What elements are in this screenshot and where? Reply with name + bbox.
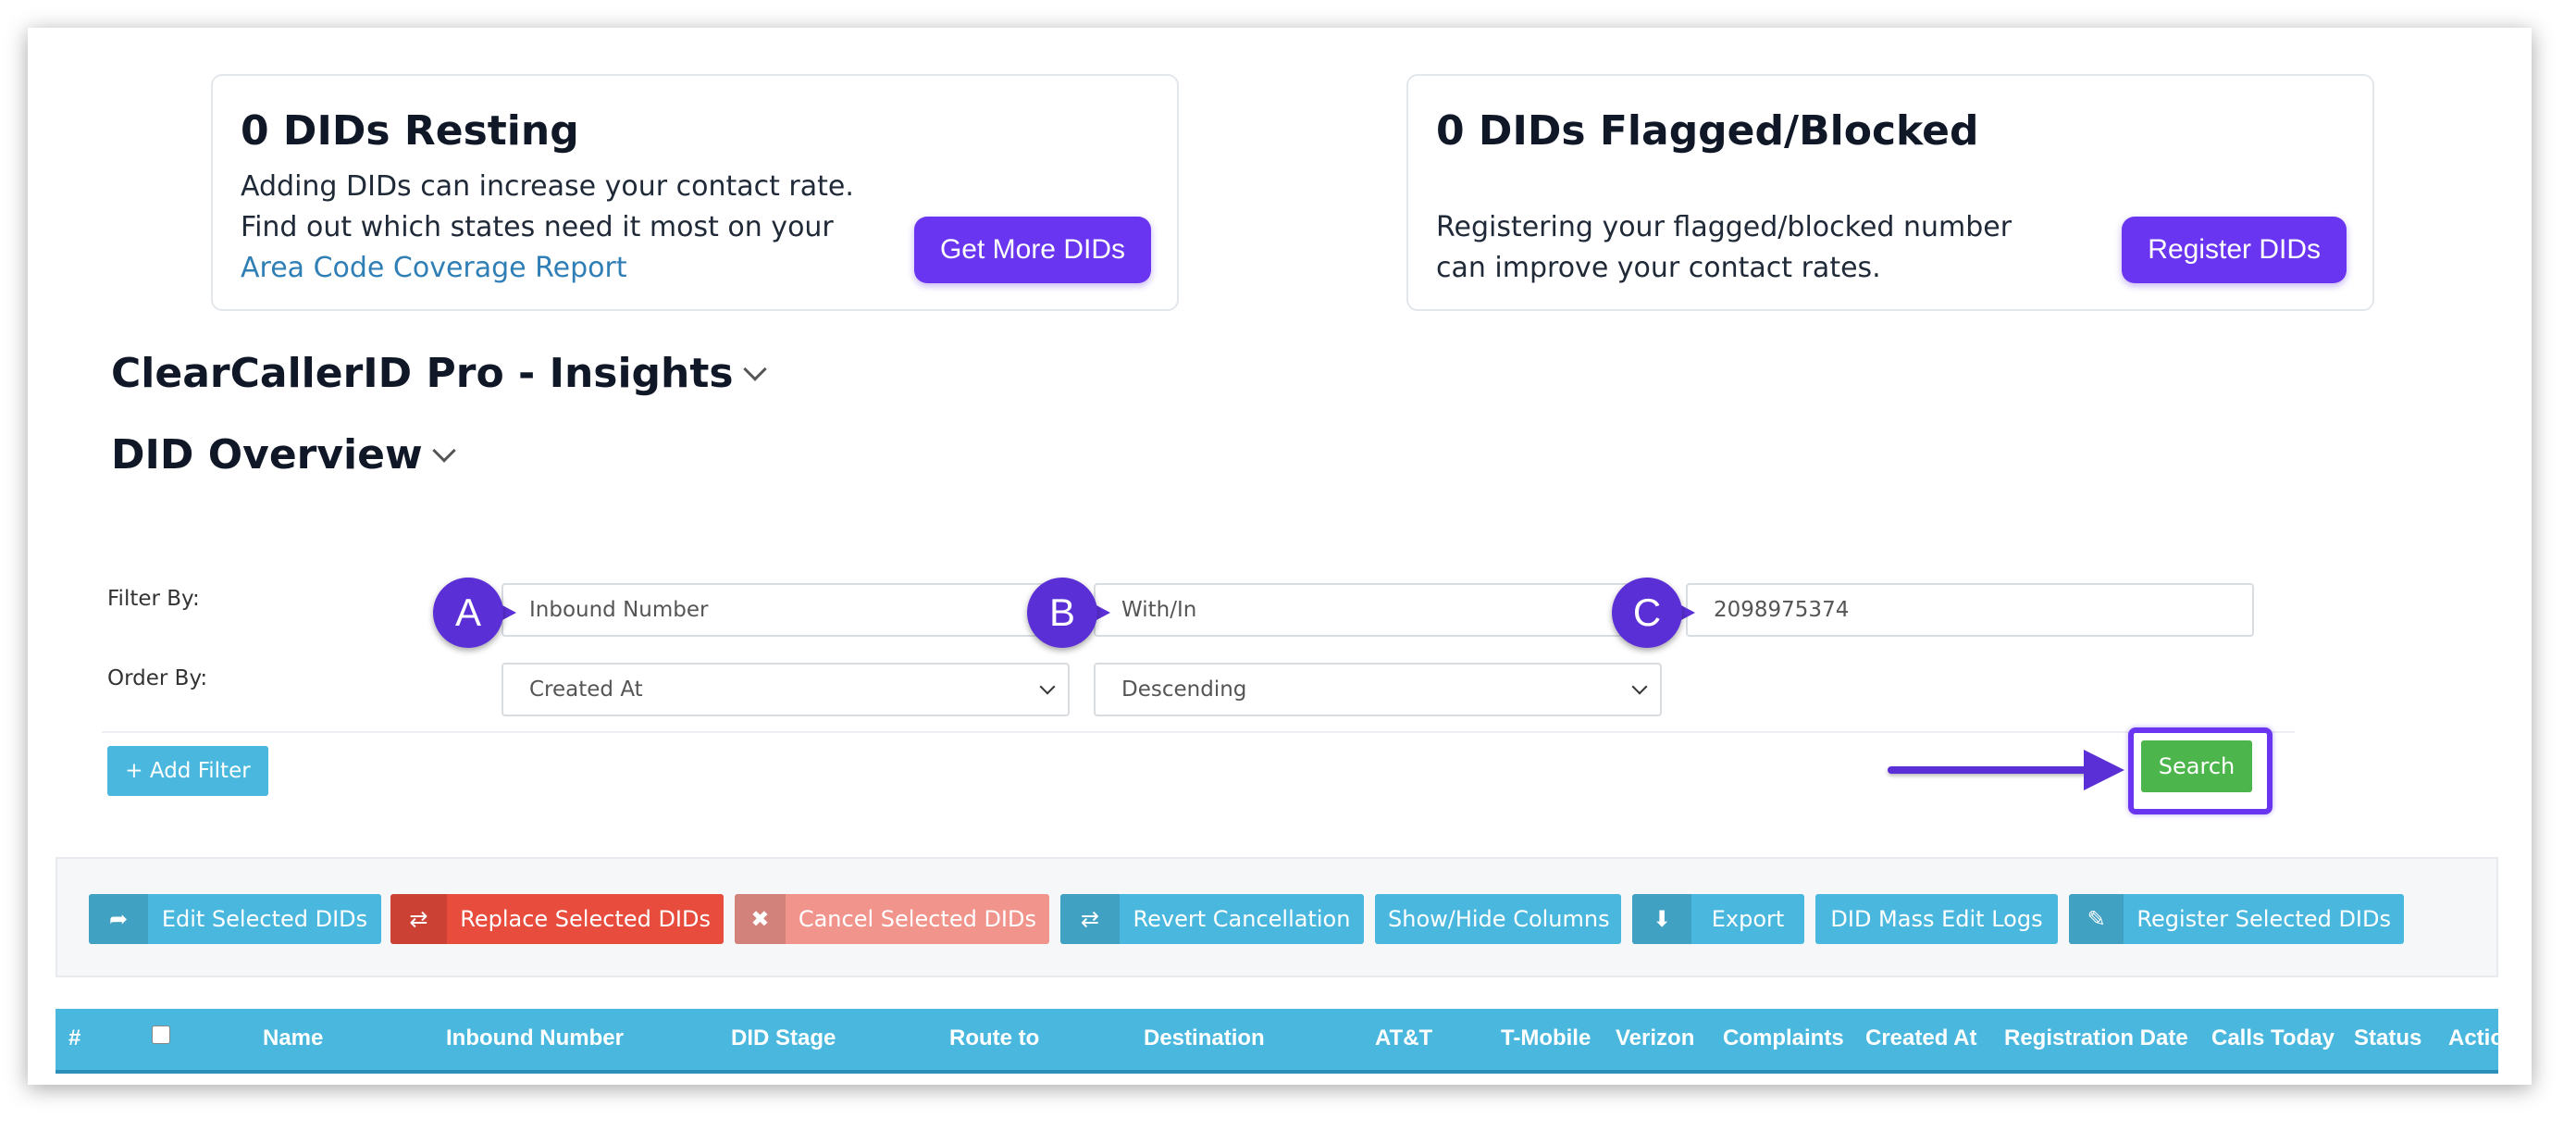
edit-selected-dids-button[interactable]: ➦ Edit Selected DIDs [89, 894, 381, 944]
retweet-icon: ⇄ [390, 894, 448, 944]
share-arrow-icon: ➦ [89, 894, 148, 944]
dids-resting-line2: Find out which states need it most on yo… [241, 211, 834, 243]
select-all-checkbox[interactable] [152, 1025, 170, 1044]
callout-letter-b: B [1048, 590, 1075, 634]
dids-resting-line1: Adding DIDs can increase your contact ra… [241, 170, 854, 203]
column-header-route-to[interactable]: Route to [949, 1025, 1039, 1051]
column-header-complaints[interactable]: Complaints [1723, 1025, 1844, 1051]
order-field-select[interactable]: Created At [502, 663, 1070, 716]
callout-letter-a: A [454, 590, 481, 634]
column-header-tmobile[interactable]: T-Mobile [1501, 1025, 1591, 1051]
dids-flagged-card: 0 DIDs Flagged/Blocked Registering your … [1406, 74, 2374, 311]
column-header-destination[interactable]: Destination [1144, 1025, 1265, 1051]
column-header-did-stage[interactable]: DID Stage [731, 1025, 836, 1051]
dids-flagged-line1: Registering your flagged/blocked number [1436, 211, 2012, 243]
dids-resting-title: 0 DIDs Resting [241, 107, 579, 155]
app-window: 0 DIDs Resting Adding DIDs can increase … [28, 28, 2532, 1085]
times-icon: ✖ [735, 894, 786, 944]
dids-resting-card: 0 DIDs Resting Adding DIDs can increase … [211, 74, 1179, 311]
search-button[interactable]: Search [2141, 740, 2252, 792]
column-header-index: # [68, 1025, 81, 1050]
callout-marker-c: C [1612, 578, 1695, 648]
column-header-status[interactable]: Status [2354, 1025, 2421, 1051]
insights-section-header[interactable]: ClearCallerID Pro - Insights [111, 350, 767, 397]
callout-arrow-head [2084, 750, 2124, 790]
column-header-att[interactable]: AT&T [1375, 1025, 1432, 1051]
get-more-dids-button[interactable]: Get More DIDs [913, 217, 1151, 283]
cancel-selected-dids-button[interactable]: ✖ Cancel Selected DIDs [735, 894, 1049, 944]
column-header-verizon[interactable]: Verizon [1616, 1025, 1694, 1051]
insights-title: ClearCallerID Pro - Insights [111, 350, 734, 397]
export-button[interactable]: ⬇ Export [1632, 894, 1804, 944]
filter-divider [102, 731, 2295, 733]
chevron-down-icon [431, 438, 456, 463]
callout-marker-b: B [1027, 578, 1110, 648]
did-mass-edit-logs-button[interactable]: DID Mass Edit Logs [1815, 894, 2058, 944]
revert-cancellation-button[interactable]: ⇄ Revert Cancellation [1060, 894, 1364, 944]
column-header-calls-today[interactable]: Calls Today [2211, 1025, 2334, 1051]
column-header-action: Action [2448, 1025, 2518, 1050]
callout-arrow [1888, 766, 2097, 774]
download-icon: ⬇ [1632, 894, 1691, 944]
chevron-down-icon [1631, 678, 1648, 695]
register-dids-button[interactable]: Register DIDs [2122, 217, 2347, 283]
callout-letter-c: C [1632, 590, 1662, 634]
filter-value-input[interactable]: 2098975374 [1686, 583, 2254, 637]
dids-flagged-line2: can improve your contact rates. [1436, 252, 1881, 284]
column-header-created-at[interactable]: Created At [1865, 1025, 1976, 1051]
filter-by-label: Filter By: [107, 587, 200, 611]
retweet-icon: ⇄ [1060, 894, 1120, 944]
add-filter-button[interactable]: + Add Filter [107, 746, 268, 796]
order-direction-value: Descending [1121, 677, 1247, 702]
edit-square-icon: ✎ [2069, 894, 2124, 944]
filter-field-select[interactable]: Inbound Number [502, 583, 1070, 637]
area-code-coverage-link[interactable]: Area Code Coverage Report [241, 252, 627, 284]
column-header-registration-date[interactable]: Registration Date [2004, 1025, 2188, 1051]
did-overview-title: DID Overview [111, 431, 423, 478]
order-field-value: Created At [529, 677, 643, 702]
filter-operator-select[interactable]: With/In [1094, 583, 1662, 637]
show-hide-columns-button[interactable]: Show/Hide Columns [1375, 894, 1621, 944]
did-overview-section-header[interactable]: DID Overview [111, 431, 456, 478]
chevron-down-icon [742, 356, 767, 381]
replace-selected-dids-button[interactable]: ⇄ Replace Selected DIDs [390, 894, 724, 944]
table-header: # Name Inbound Number DID Stage Route to… [56, 1009, 2518, 1074]
order-by-label: Order By: [107, 666, 208, 690]
order-direction-select[interactable]: Descending [1094, 663, 1662, 716]
dids-flagged-title: 0 DIDs Flagged/Blocked [1436, 107, 1979, 155]
chevron-down-icon [1039, 678, 1056, 695]
register-selected-dids-button[interactable]: ✎ Register Selected DIDs [2069, 894, 2404, 944]
column-header-inbound-number[interactable]: Inbound Number [446, 1025, 624, 1051]
callout-marker-a: A [433, 578, 516, 648]
column-header-name[interactable]: Name [263, 1025, 323, 1051]
